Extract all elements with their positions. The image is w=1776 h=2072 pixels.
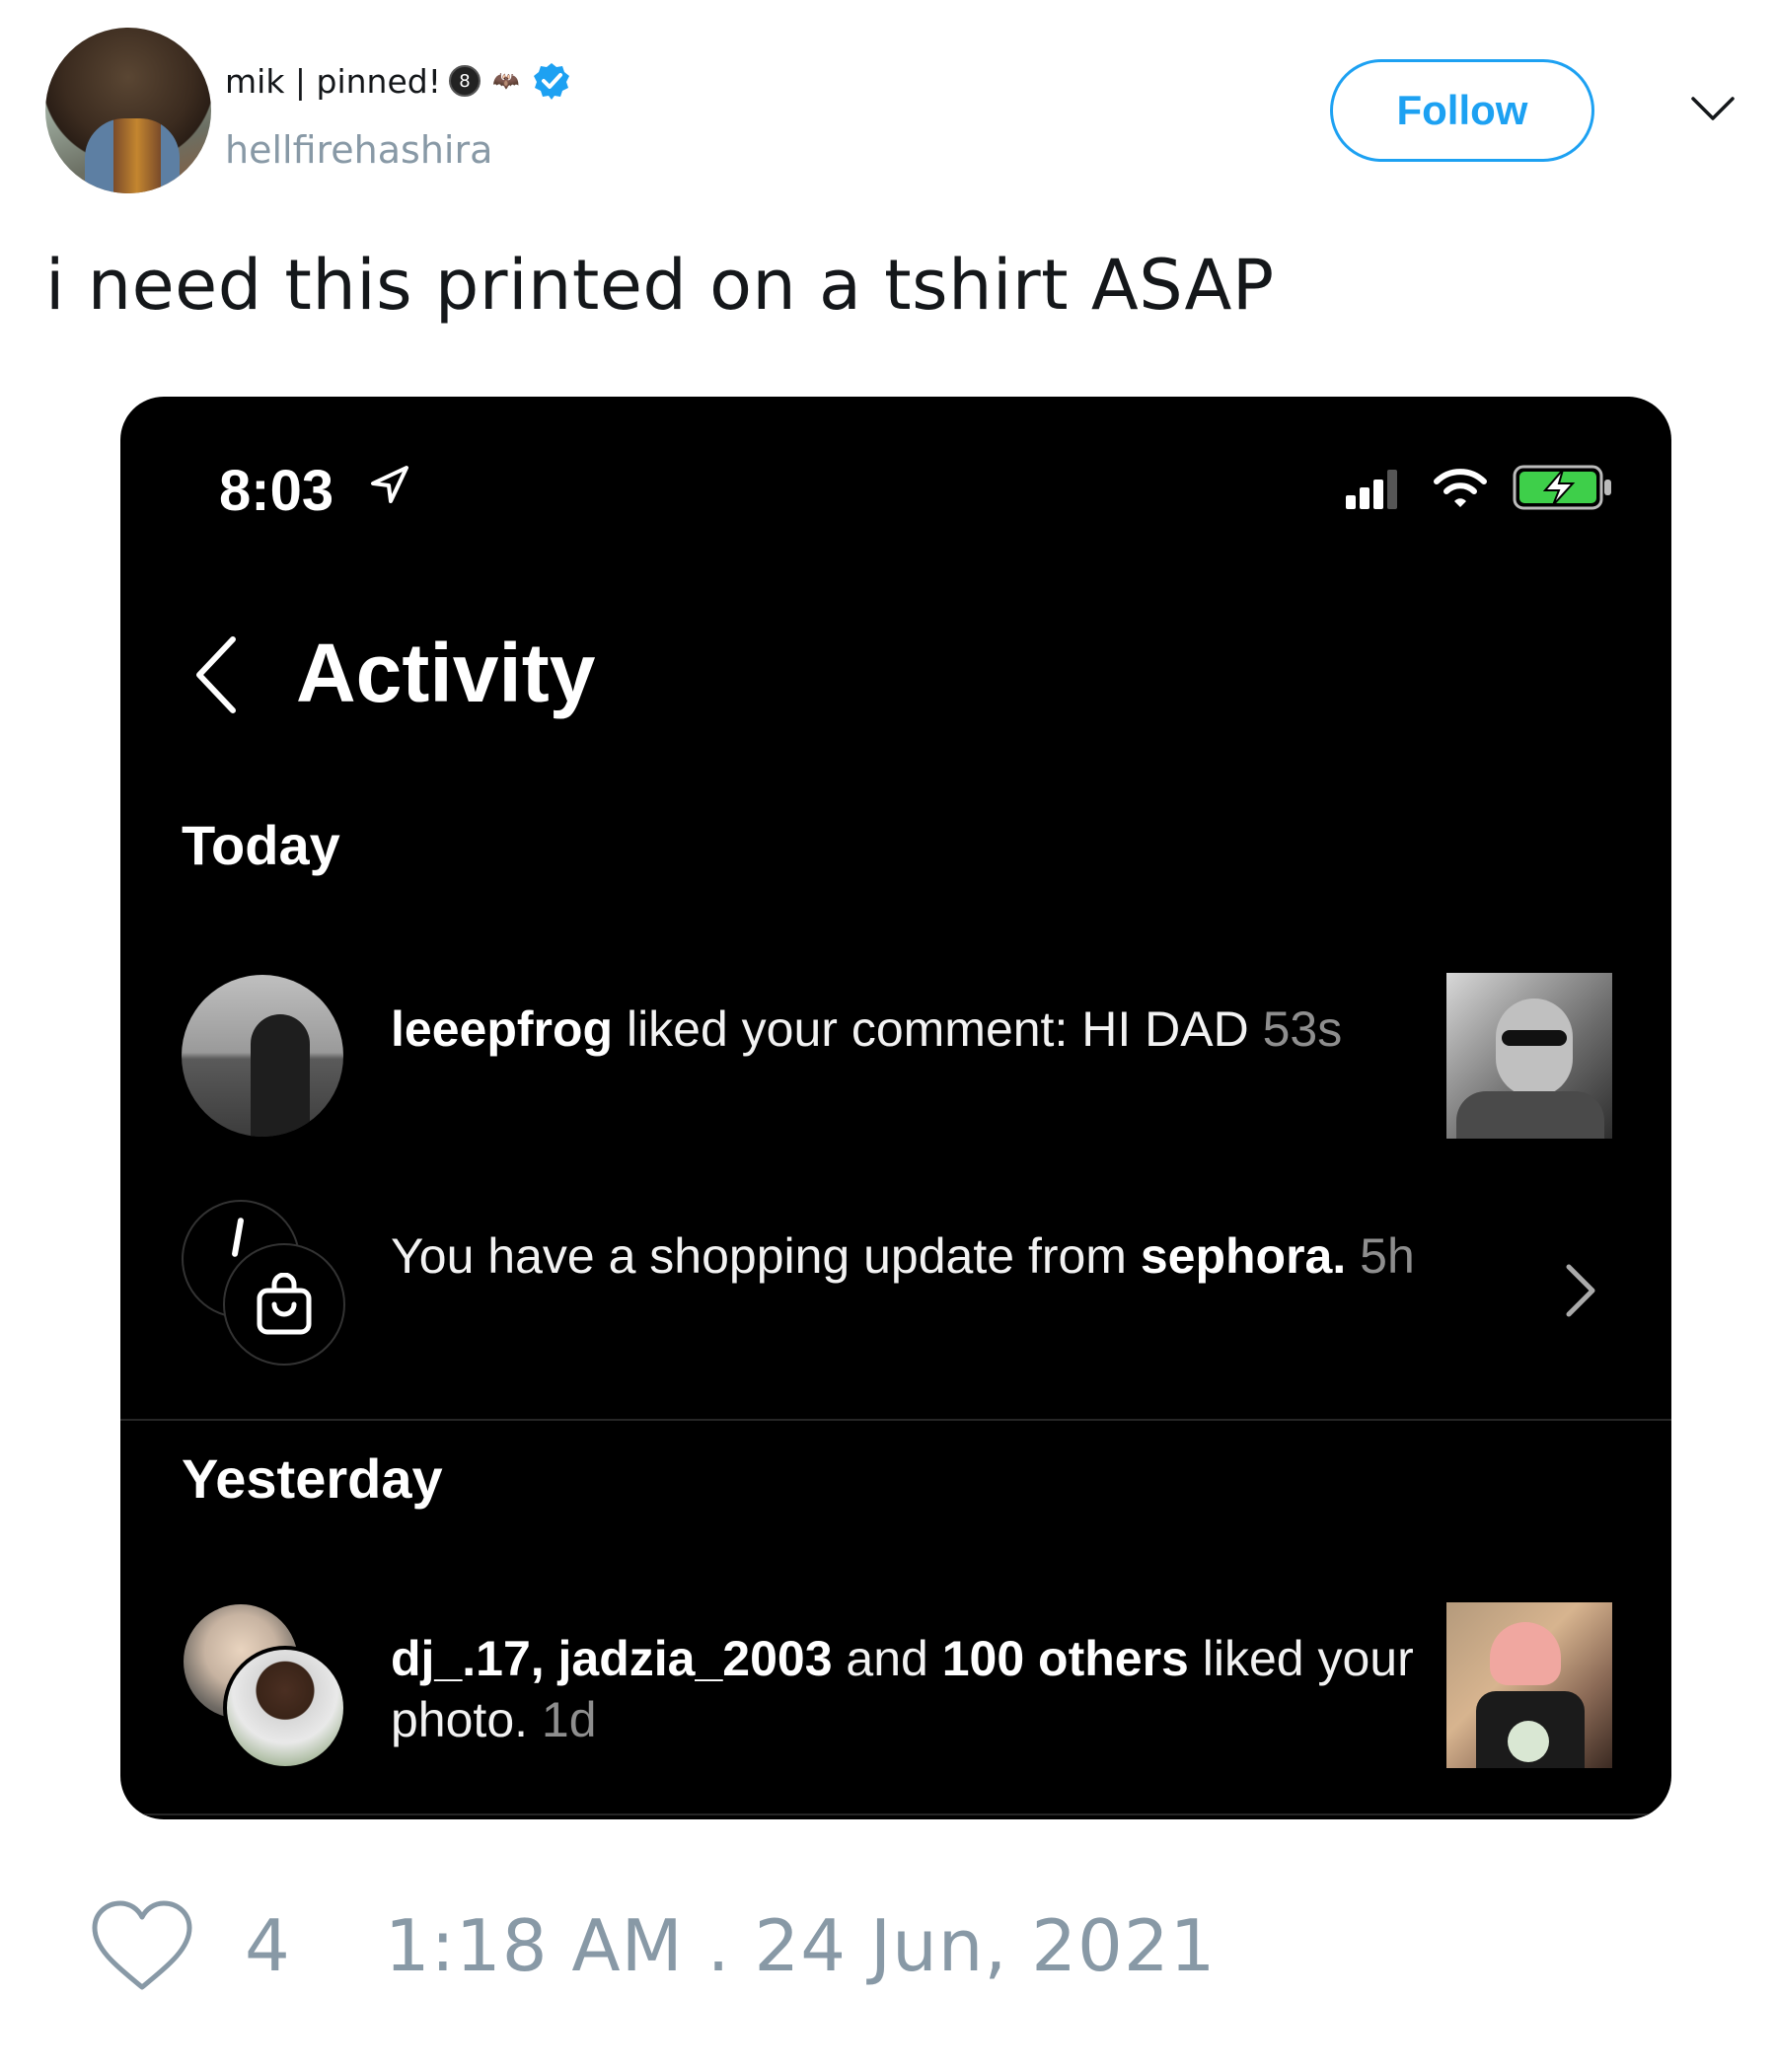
activity-username[interactable]: leeepfrog [391,1001,613,1057]
back-arrow-icon[interactable] [191,633,241,716]
follow-button[interactable]: Follow [1330,59,1594,162]
chevron-down-icon[interactable] [1689,89,1737,128]
shopping-bag-icon [257,1273,312,1335]
activity-item-like-comment[interactable]: leeepfrog liked your comment: HI DAD 53s [391,999,1516,1060]
display-name-text: mik | pinned! [225,61,441,101]
activity-username[interactable]: dj_.17, jadzia_2003 [391,1631,833,1686]
attached-screenshot[interactable]: 8:03 Activity Today leeepfrog liked your… [120,397,1671,1819]
verified-badge-icon [533,63,569,100]
activity-action-text: liked your comment: HI DAD [613,1001,1249,1057]
activity-item-photo-likes[interactable]: dj_.17, jadzia_2003 and 100 others liked… [391,1628,1516,1750]
wifi-icon [1434,469,1487,507]
screen-title: Activity [296,627,596,719]
activity-time: 53s [1262,1001,1343,1057]
status-bar-time: 8:03 [219,459,334,523]
photo-thumbnail[interactable] [1446,1602,1612,1768]
bat-icon: 🦇 [492,68,520,94]
activity-time: 1d [541,1692,597,1747]
activity-item-shopping[interactable]: You have a shopping update from sephora.… [391,1225,1516,1287]
location-arrow-icon [371,466,408,503]
activity-others[interactable]: 100 others [942,1631,1189,1686]
battery-charging-icon [1513,465,1611,510]
tweet-footer: 4 1:18 AM . 24 Jun, 2021 [89,1896,1216,1995]
section-header-yesterday: Yesterday [182,1447,443,1510]
activity-action-text: and [832,1631,942,1686]
author-display-name[interactable]: mik | pinned! 8 🦇 [225,61,571,101]
eight-ball-icon: 8 [448,65,481,97]
activity-time: 5h [1360,1228,1415,1284]
heart-icon[interactable] [89,1898,195,1993]
cellular-signal-icon [1346,470,1397,509]
section-divider [120,1419,1671,1421]
like-count[interactable]: 4 [245,1904,290,1987]
leeepfrog-avatar[interactable] [182,975,343,1137]
author-handle[interactable]: hellfirehashira [225,128,492,172]
shopping-avatar[interactable] [223,1243,345,1366]
activity-action-text: You have a shopping update from [391,1228,1141,1284]
tweet-text: i need this printed on a tshirt ASAP [45,245,1275,326]
bottom-divider [120,1813,1671,1815]
liker-avatar-front[interactable] [223,1646,347,1770]
post-thumbnail[interactable] [1446,973,1612,1139]
section-header-today: Today [182,814,340,876]
tweet-timestamp[interactable]: 1:18 AM . 24 Jun, 2021 [385,1904,1217,1987]
chevron-right-icon[interactable] [1561,1261,1600,1320]
activity-username[interactable]: sephora. [1141,1228,1346,1284]
author-avatar[interactable] [45,28,211,193]
